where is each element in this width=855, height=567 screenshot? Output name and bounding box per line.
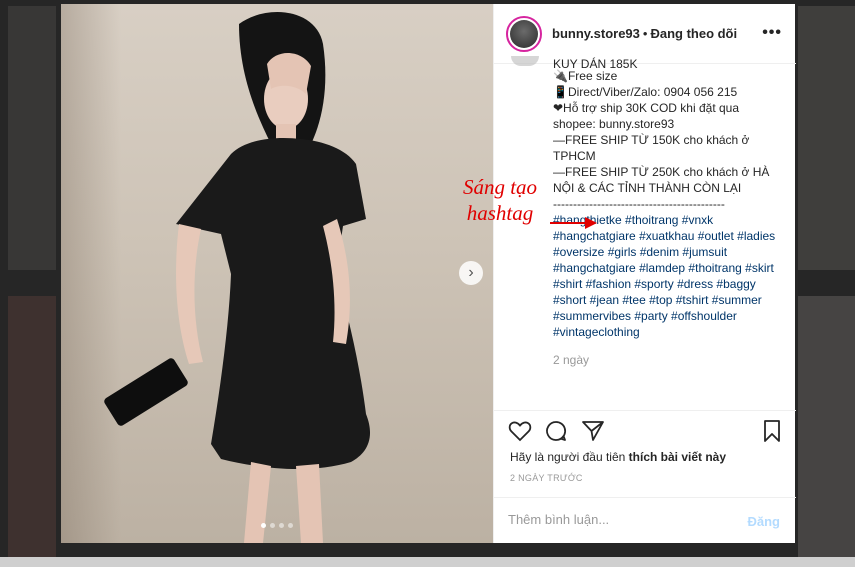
share-icon[interactable] [581,419,605,448]
carousel-dot [261,523,266,528]
action-bar [494,410,796,454]
post-side-panel: bunny.store93 • Đang theo dõi ••• KUY DÁ… [493,4,796,543]
carousel-dot [288,523,293,528]
comment-input[interactable] [508,512,738,527]
annotation-label: Sáng tạo hashtag [450,174,550,226]
comment-icon[interactable] [544,419,568,448]
header-separator: • [642,26,648,41]
carousel-dots [261,523,293,528]
more-options-icon[interactable]: ••• [762,24,782,42]
heart-icon[interactable] [508,419,532,448]
post-header: bunny.store93 • Đang theo dõi ••• [494,4,796,64]
avatar-image [510,19,538,48]
likes-prefix: Hãy là người đầu tiên [510,450,626,464]
caption-line: —FREE SHIP TỪ 250K cho khách ở HÀ NỘI & … [553,165,770,195]
caption-line: 🔌Free size [553,69,618,83]
caption-time-ago: 2 ngày [553,353,590,367]
carousel-next-button[interactable]: › [459,261,483,285]
caption-cut-line: KUY DÁN 185K [553,57,638,68]
avatar[interactable] [506,15,542,52]
post-photo[interactable]: › [61,4,493,543]
photo-illustration [104,12,371,543]
caption-line: 📱Direct/Viber/Zalo: 0904 056 215 [553,85,738,99]
comment-bar: Đăng [494,497,796,543]
carousel-dot [279,523,284,528]
post-caption: KUY DÁN 185K 🔌Free size 📱Direct/Viber/Za… [553,56,783,368]
annotation-line: Sáng tạo [462,175,538,199]
feed-bottom-strip [0,557,855,567]
caption-line: ❤Hỗ trợ ship 30K COD khi đặt qua shopee:… [553,101,740,131]
caption-line: —FREE SHIP TỪ 150K cho khách ở TPHCM [553,133,750,163]
carousel-dot [270,523,275,528]
caption-divider: ----------------------------------------… [553,197,725,211]
likes-summary: Hãy là người đầu tiên thích bài viết này [510,450,726,464]
caption-avatar[interactable] [511,56,539,66]
annotation-arrow [550,217,597,229]
post-timestamp[interactable]: 2 NGÀY TRƯỚC [510,473,583,483]
post-modal: › bunny.store93 • Đang theo dõi ••• KUY … [61,4,796,543]
like-this-post-link[interactable]: thích bài viết này [629,450,726,464]
hashtag-list[interactable]: #hangthietke #thoitrang #vnxk #hangchatg… [553,212,783,340]
post-comment-button[interactable]: Đăng [748,514,781,529]
annotation-line: hashtag [466,201,534,225]
username-link[interactable]: bunny.store93 [552,26,640,41]
follow-status-button[interactable]: Đang theo dõi [650,26,737,41]
bookmark-icon[interactable] [762,419,782,448]
chevron-right-icon: › [468,264,474,281]
